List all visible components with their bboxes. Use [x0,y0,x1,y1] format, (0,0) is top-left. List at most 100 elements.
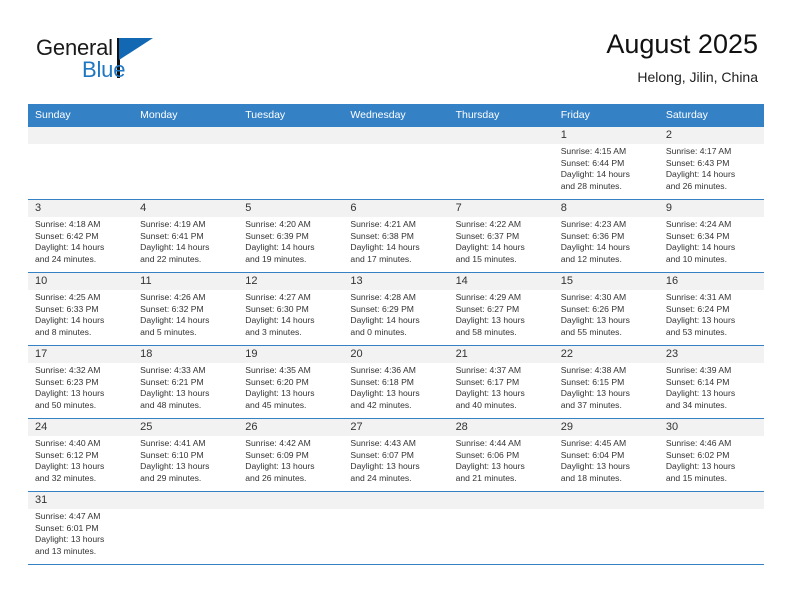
daylight-duration-line1: Daylight: 13 hours [140,461,210,472]
day-details: Sunrise: 4:37 AM Sunset: 6:17 PM Daylight:… [449,363,554,411]
calendar-day-cell[interactable]: 28 Sunrise: 4:44 AM Sunset: 6:06 PM Dayligh… [448,418,554,492]
sunrise-time: Sunrise: 4:15 AM [560,146,627,156]
calendar-day-cell[interactable]: 12 Sunrise: 4:27 AM Sunset: 6:30 PM Dayligh… [238,272,344,346]
calendar-day-cell[interactable]: 6 Sunrise: 4:21 AM Sunset: 6:38 PM Daylight… [343,199,449,273]
general-blue-logo[interactable]: General Blue [36,36,216,88]
calendar-day-cell[interactable]: 24 Sunrise: 4:40 AM Sunset: 6:12 PM Dayligh… [28,418,134,492]
daylight-duration-line2: and 3 minutes. [245,326,302,337]
day-details: Sunrise: 4:21 AM Sunset: 6:38 PM Daylight:… [343,217,448,265]
sunrise-time: Sunrise: 4:47 AM [35,511,101,521]
calendar-day-cell[interactable]: 15 Sunrise: 4:30 AM Sunset: 6:26 PM Dayligh… [553,272,659,346]
daylight-duration-line1: Daylight: 13 hours [455,461,525,472]
sunset-time: Sunset: 6:24 PM [665,303,730,314]
calendar-cell-empty [448,491,554,565]
daylight-duration-line2: and 24 minutes. [350,472,412,483]
daylight-duration-line2: and 15 minutes. [455,253,517,264]
daylight-duration-line1: Daylight: 14 hours [140,315,210,326]
day-number [28,127,134,144]
sunset-time: Sunset: 6:15 PM [560,376,625,387]
calendar-day-cell[interactable]: 14 Sunrise: 4:29 AM Sunset: 6:27 PM Dayligh… [448,272,554,346]
calendar-day-cell[interactable]: 29 Sunrise: 4:45 AM Sunset: 6:04 PM Dayligh… [553,418,659,492]
calendar-day-cell[interactable]: 10 Sunrise: 4:25 AM Sunset: 6:33 PM Dayligh… [28,272,134,346]
sunset-time: Sunset: 6:37 PM [455,230,520,241]
sunrise-time: Sunrise: 4:29 AM [455,292,522,302]
day-number: 14 [448,273,554,290]
calendar-day-cell[interactable]: 9 Sunrise: 4:24 AM Sunset: 6:34 PM Daylight… [658,199,764,273]
sunset-time: Sunset: 6:36 PM [560,230,625,241]
day-number: 11 [133,273,239,290]
daylight-duration-line2: and 17 minutes. [350,253,412,264]
daylight-duration-line1: Daylight: 13 hours [350,461,420,472]
calendar-day-cell[interactable]: 30 Sunrise: 4:46 AM Sunset: 6:02 PM Dayligh… [658,418,764,492]
calendar-day-cell[interactable]: 16 Sunrise: 4:31 AM Sunset: 6:24 PM Dayligh… [658,272,764,346]
weekday-header-friday: Friday [553,104,659,127]
sunrise-time: Sunrise: 4:37 AM [455,365,522,375]
calendar-day-cell[interactable]: 26 Sunrise: 4:42 AM Sunset: 6:09 PM Dayligh… [238,418,344,492]
calendar-day-cell[interactable]: 3 Sunrise: 4:18 AM Sunset: 6:42 PM Daylight… [28,199,134,273]
sunrise-time: Sunrise: 4:41 AM [140,438,206,448]
page-title: August 2025 [606,29,758,59]
sunset-time: Sunset: 6:23 PM [35,376,99,387]
day-number [658,492,764,509]
page-subtitle: Helong, Jilin, China [637,69,758,85]
day-number [238,492,344,509]
day-details: Sunrise: 4:18 AM Sunset: 6:42 PM Daylight:… [28,217,133,265]
daylight-duration-line1: Daylight: 13 hours [35,534,105,545]
daylight-duration-line1: Daylight: 14 hours [560,169,630,180]
daylight-duration-line1: Daylight: 14 hours [665,242,736,253]
sunrise-time: Sunrise: 4:43 AM [350,438,416,448]
calendar-day-cell[interactable]: 4 Sunrise: 4:19 AM Sunset: 6:41 PM Daylight… [133,199,239,273]
weekday-header-thursday: Thursday [448,104,554,127]
day-number: 7 [448,200,554,217]
calendar-day-cell[interactable]: 31 Sunrise: 4:47 AM Sunset: 6:01 PM Dayligh… [28,491,134,565]
day-number [448,492,554,509]
sunset-time: Sunset: 6:12 PM [35,449,99,460]
calendar-day-cell[interactable]: 25 Sunrise: 4:41 AM Sunset: 6:10 PM Dayligh… [133,418,239,492]
calendar-day-cell[interactable]: 21 Sunrise: 4:37 AM Sunset: 6:17 PM Dayligh… [448,345,554,419]
calendar-day-cell[interactable]: 27 Sunrise: 4:43 AM Sunset: 6:07 PM Dayligh… [343,418,449,492]
calendar-cell-empty [238,491,344,565]
day-details: Sunrise: 4:43 AM Sunset: 6:07 PM Daylight:… [343,436,448,484]
day-number: 15 [553,273,659,290]
sunrise-time: Sunrise: 4:25 AM [35,292,101,302]
calendar-cell-empty [658,491,764,565]
calendar-day-cell[interactable]: 1 Sunrise: 4:15 AM Sunset: 6:44 PM Daylight… [553,126,659,200]
calendar-day-cell[interactable]: 22 Sunrise: 4:38 AM Sunset: 6:15 PM Dayligh… [553,345,659,419]
calendar-day-cell[interactable]: 8 Sunrise: 4:23 AM Sunset: 6:36 PM Daylight… [553,199,659,273]
daylight-duration-line1: Daylight: 13 hours [35,388,105,399]
calendar-day-cell[interactable]: 13 Sunrise: 4:28 AM Sunset: 6:29 PM Dayligh… [343,272,449,346]
sunset-time: Sunset: 6:44 PM [560,157,625,168]
day-number: 29 [553,419,659,436]
calendar-day-cell[interactable]: 2 Sunrise: 4:17 AM Sunset: 6:43 PM Daylight… [658,126,764,200]
daylight-duration-line1: Daylight: 14 hours [350,315,420,326]
daylight-duration-line2: and 19 minutes. [245,253,307,264]
calendar-day-cell[interactable]: 5 Sunrise: 4:20 AM Sunset: 6:39 PM Daylight… [238,199,344,273]
calendar-day-cell[interactable]: 7 Sunrise: 4:22 AM Sunset: 6:37 PM Daylight… [448,199,554,273]
daylight-duration-line1: Daylight: 14 hours [350,242,420,253]
day-details: Sunrise: 4:20 AM Sunset: 6:39 PM Daylight:… [238,217,343,265]
calendar-day-cell[interactable]: 18 Sunrise: 4:33 AM Sunset: 6:21 PM Dayligh… [133,345,239,419]
calendar-day-cell[interactable]: 17 Sunrise: 4:32 AM Sunset: 6:23 PM Dayligh… [28,345,134,419]
sunset-time: Sunset: 6:43 PM [665,157,730,168]
day-number: 5 [238,200,344,217]
daylight-duration-line2: and 13 minutes. [35,545,97,556]
daylight-duration-line1: Daylight: 14 hours [560,242,630,253]
sunset-time: Sunset: 6:06 PM [455,449,520,460]
calendar-day-cell[interactable]: 23 Sunrise: 4:39 AM Sunset: 6:14 PM Dayligh… [658,345,764,419]
daylight-duration-line2: and 18 minutes. [560,472,622,483]
day-details: Sunrise: 4:31 AM Sunset: 6:24 PM Daylight:… [659,290,764,338]
daylight-duration-line1: Daylight: 14 hours [455,242,525,253]
daylight-duration-line1: Daylight: 14 hours [245,315,315,326]
calendar-day-cell[interactable]: 20 Sunrise: 4:36 AM Sunset: 6:18 PM Dayligh… [343,345,449,419]
day-details: Sunrise: 4:39 AM Sunset: 6:14 PM Daylight:… [659,363,764,411]
calendar-cell-empty [553,491,659,565]
day-number: 9 [658,200,764,217]
day-details: Sunrise: 4:38 AM Sunset: 6:15 PM Daylight:… [554,363,659,411]
daylight-duration-line1: Daylight: 13 hours [665,315,736,326]
calendar-day-cell[interactable]: 11 Sunrise: 4:26 AM Sunset: 6:32 PM Dayligh… [133,272,239,346]
day-details: Sunrise: 4:19 AM Sunset: 6:41 PM Daylight:… [133,217,238,265]
day-details: Sunrise: 4:22 AM Sunset: 6:37 PM Daylight:… [449,217,554,265]
calendar-day-cell[interactable]: 19 Sunrise: 4:35 AM Sunset: 6:20 PM Dayligh… [238,345,344,419]
daylight-duration-line1: Daylight: 13 hours [350,388,420,399]
sunset-time: Sunset: 6:33 PM [35,303,99,314]
